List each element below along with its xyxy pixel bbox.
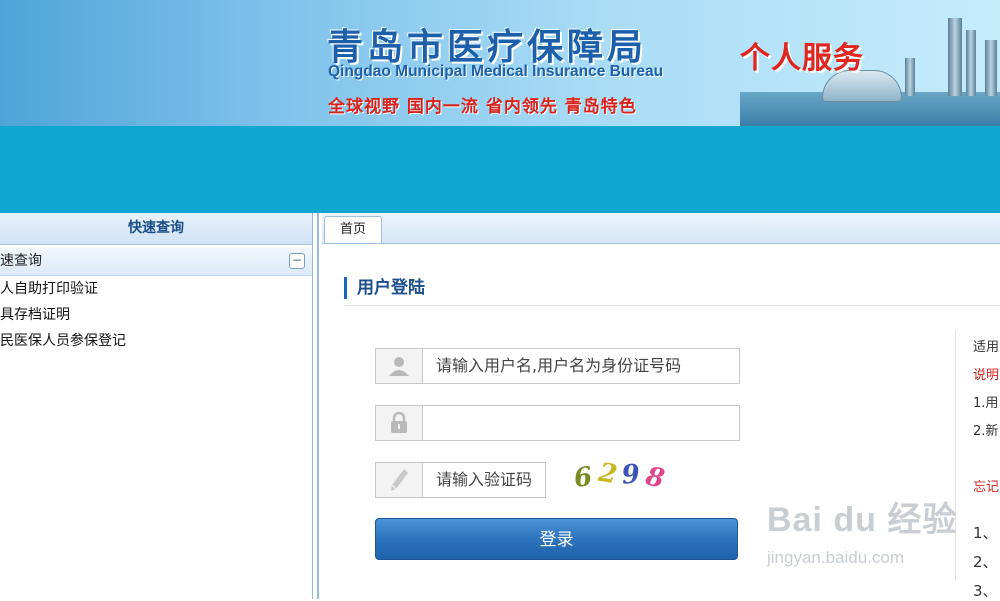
lock-icon <box>376 406 423 440</box>
section-divider <box>344 305 1000 306</box>
personal-service-label: 个人服务 <box>740 41 864 76</box>
sidebar-header: 快速查询 <box>0 213 312 245</box>
info-step-1: 1、 <box>973 524 998 542</box>
banner-tower-image <box>966 30 976 96</box>
sidebar-group-quick-query[interactable]: 速查询 − <box>0 247 312 276</box>
pen-icon <box>376 463 423 497</box>
username-field[interactable]: 请输入用户名,用户名为身份证号码 <box>375 348 740 384</box>
banner-tower-image <box>948 18 962 96</box>
header-band <box>0 126 1000 213</box>
banner-tower-image <box>985 40 997 96</box>
captcha-image[interactable]: 6298 <box>572 458 670 495</box>
captcha-char: 8 <box>643 461 668 495</box>
watermark-url: jingyan.baidu.com <box>767 548 905 567</box>
captcha-input[interactable]: 请输入验证码 <box>436 463 532 497</box>
sidebar: 快速查询 速查询 − 人自助打印验证 具存档证明 民医保人员参保登记 <box>0 213 313 599</box>
baidu-watermark: Bai du 经验 jingyan.baidu.com <box>767 492 958 567</box>
password-field[interactable] <box>375 405 740 441</box>
captcha-char: 2 <box>596 457 620 491</box>
site-slogan: 全球视野 国内一流 省内领先 青岛特色 <box>328 97 637 117</box>
info-forgot-heading: 忘记 <box>973 480 1000 495</box>
login-button[interactable]: 登录 <box>375 518 738 560</box>
tab-bar: 首页 <box>322 213 1000 244</box>
watermark-logo-text: Bai du 经验 <box>767 501 958 539</box>
site-title-en: Qingdao Municipal Medical Insurance Bure… <box>328 63 664 80</box>
info-step-2: 2、 <box>973 553 998 571</box>
info-notes-heading: 说明 <box>973 368 1000 383</box>
captcha-field[interactable]: 请输入验证码 <box>375 462 546 498</box>
info-note-2: 2.新 <box>973 424 999 439</box>
captcha-char: 9 <box>620 459 642 491</box>
sidebar-item-self-print-verify[interactable]: 人自助打印验证 <box>0 276 312 302</box>
tab-home[interactable]: 首页 <box>324 216 382 243</box>
login-section-title: 用户登陆 <box>344 277 425 299</box>
info-applicable: 适用 <box>973 340 1000 355</box>
info-step-3: 3、 <box>973 582 998 600</box>
sidebar-item-archive-certificate[interactable]: 具存档证明 <box>0 302 312 328</box>
collapse-icon[interactable]: − <box>289 253 305 269</box>
user-icon <box>376 349 423 383</box>
info-panel-divider <box>955 330 956 580</box>
username-input[interactable]: 请输入用户名,用户名为身份证号码 <box>436 349 681 383</box>
captcha-char: 6 <box>572 461 595 495</box>
sidebar-group-label: 速查询 <box>0 253 42 269</box>
header-banner: 青岛市医疗保障局 Qingdao Municipal Medical Insur… <box>0 0 1000 126</box>
sidebar-divider <box>317 213 319 599</box>
banner-tower-image <box>905 58 915 96</box>
info-note-1: 1.用 <box>973 396 999 411</box>
sidebar-item-resident-registration[interactable]: 民医保人员参保登记 <box>0 328 312 354</box>
